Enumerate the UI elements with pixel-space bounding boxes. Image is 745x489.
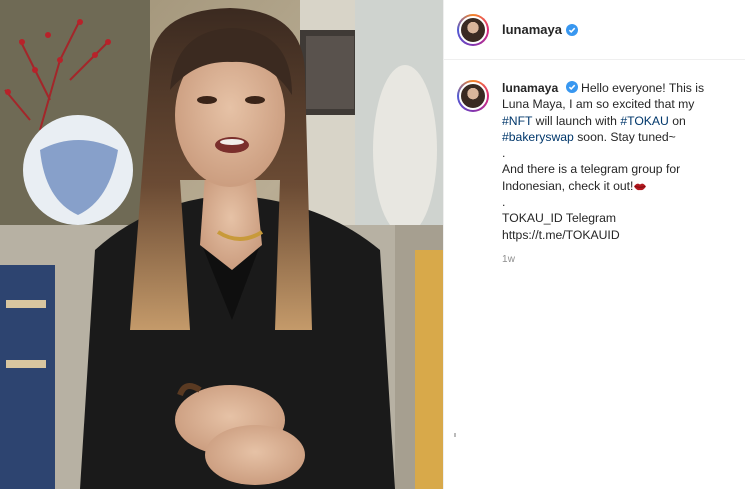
caption-dot: . [502,146,506,161]
hashtag-nft[interactable]: #NFT [502,114,532,128]
caption-line: And there is a telegram group for [502,162,681,177]
caption-text: lunamaya Hello everyone! This is Luna Ma… [502,80,727,268]
hashtag-bakeryswap[interactable]: #bakeryswap [502,130,574,144]
hashtag-tokau[interactable]: #TOKAU [620,114,669,128]
caption-fragment: soon. Stay tuned~ [573,129,676,144]
post-media[interactable] [0,0,443,489]
post-photo [0,0,443,489]
post-sidebar: lunamaya lunamaya Hello everyone! This i… [443,0,745,489]
caption-username[interactable]: lunamaya [502,81,558,95]
caption-fragment: on [668,113,686,128]
caption-block: lunamaya Hello everyone! This is Luna Ma… [444,60,745,268]
caption-dot: . [502,195,506,210]
verified-badge-icon [565,23,578,36]
header-username[interactable]: lunamaya [502,22,562,37]
header-avatar[interactable] [457,13,489,46]
post-header: lunamaya [444,0,745,60]
verified-badge-icon [565,81,578,93]
caption-avatar[interactable] [457,80,489,112]
post-timestamp[interactable]: 1w [502,252,727,268]
instagram-post: lunamaya lunamaya Hello everyone! This i… [0,0,745,489]
telegram-link[interactable]: https://t.me/TOKAUID [502,227,727,243]
scroll-indicator [454,433,456,437]
caption-line: TOKAU_ID Telegram [502,211,617,226]
kiss-mark-icon [634,183,647,190]
caption-line: Indonesian, check it out! [502,178,634,193]
caption-line: Luna Maya, I am so excited that my [502,97,695,112]
caption-fragment: will launch with [532,113,621,128]
caption-line: Hello everyone! This is [581,81,705,95]
